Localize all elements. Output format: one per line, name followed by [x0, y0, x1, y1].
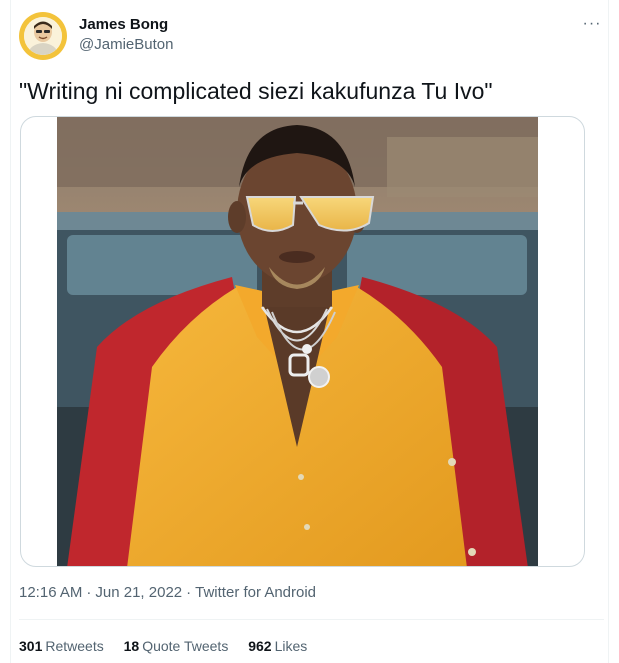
photo-image[interactable]	[57, 117, 538, 566]
author-handle[interactable]: @JamieButon	[79, 35, 173, 55]
retweets-count: 301	[19, 638, 43, 654]
author-display-name[interactable]: James Bong	[79, 15, 173, 35]
likes-stat[interactable]: 962 Likes	[248, 636, 307, 656]
more-icon[interactable]: ···	[581, 14, 603, 34]
tweet-text: "Writing ni complicated siezi kakufunza …	[19, 78, 493, 104]
quote-tweets-label: Quote Tweets	[142, 638, 229, 654]
tweet-header: James Bong @JamieButon ···	[19, 12, 609, 64]
tweet-meta: 12:16 AM · Jun 21, 2022 · Twitter for Androi…	[19, 583, 316, 603]
tweet-time[interactable]: 12:16 AM	[19, 584, 82, 601]
quote-tweets-stat[interactable]: 18 Quote Tweets	[124, 636, 229, 656]
meta-separator: ·	[186, 584, 192, 601]
tweet-media[interactable]	[20, 116, 585, 567]
quote-tweets-count: 18	[123, 638, 140, 654]
divider	[19, 619, 604, 620]
author-names: James Bong @JamieButon	[79, 15, 173, 55]
retweets-label: Retweets	[45, 638, 104, 654]
likes-count: 962	[248, 638, 272, 654]
tweet-date[interactable]: Jun 21, 2022	[95, 584, 182, 601]
avatar[interactable]	[19, 12, 67, 60]
tweet-stats: 301 Retweets 18 Quote Tweets 962 Likes	[19, 636, 323, 656]
cartoon-avatar-icon	[24, 17, 62, 55]
tweet-source[interactable]: Twitter for Android	[195, 584, 316, 601]
retweets-stat[interactable]: 301 Retweets	[19, 636, 104, 656]
likes-label: Likes	[274, 638, 308, 654]
meta-separator: ·	[86, 584, 92, 601]
